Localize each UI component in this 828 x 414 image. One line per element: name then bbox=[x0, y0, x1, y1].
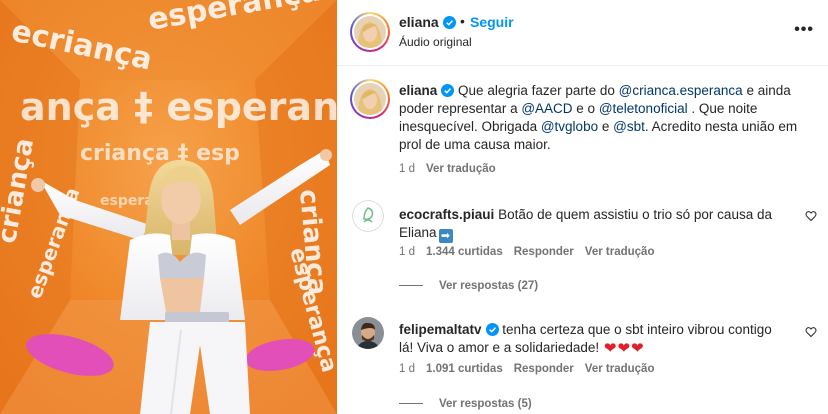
post-header: eliana • Seguir Áudio original ••• bbox=[337, 0, 828, 66]
like-comment-heart-icon[interactable] bbox=[805, 326, 817, 338]
svg-text:criança ‡ esp: criança ‡ esp bbox=[80, 141, 240, 166]
reply-button[interactable]: Responder bbox=[514, 246, 574, 258]
mention-link[interactable]: @sbt bbox=[613, 119, 645, 134]
caption-text: e o bbox=[572, 101, 599, 116]
view-replies-button[interactable]: Ver respostas (5) bbox=[399, 398, 532, 410]
original-audio-link[interactable]: Áudio original bbox=[399, 35, 472, 49]
see-translation-button[interactable]: Ver tradução bbox=[585, 363, 655, 375]
red-heart-emoji-icon: ❤ bbox=[617, 340, 631, 357]
view-replies-button[interactable]: Ver respostas (27) bbox=[399, 280, 538, 292]
commenter-avatar[interactable] bbox=[352, 200, 384, 232]
commenter-avatar[interactable] bbox=[352, 317, 384, 349]
avatar-photo bbox=[352, 317, 384, 349]
comment-meta: 1 d 1.091 curtidas Responder Ver tradução bbox=[399, 363, 665, 375]
avatar-photo bbox=[354, 16, 386, 48]
post-photo: ecriança esperança ança ‡ esperan crianç… bbox=[0, 0, 337, 414]
verified-badge-icon bbox=[485, 323, 499, 336]
ecocrafts-logo-icon bbox=[352, 200, 384, 232]
replies-divider bbox=[399, 285, 423, 287]
verified-badge-icon bbox=[441, 84, 455, 97]
comment-username[interactable]: felipemaltatv bbox=[399, 322, 482, 337]
author-username[interactable]: eliana bbox=[399, 14, 456, 30]
view-replies-label[interactable]: Ver respostas (5) bbox=[439, 398, 532, 410]
caption-time[interactable]: 1 d bbox=[399, 163, 415, 175]
comment-username[interactable]: ecocrafts.piaui bbox=[399, 207, 494, 222]
comment-body: felipemaltatv tenha certeza que o sbt in… bbox=[399, 321, 789, 358]
caption-username[interactable]: eliana bbox=[399, 83, 437, 98]
author-username-text[interactable]: eliana bbox=[399, 14, 439, 30]
mention-link[interactable]: @AACD bbox=[521, 101, 572, 116]
arrow-right-emoji-icon: ➡ bbox=[438, 229, 453, 243]
avatar-photo bbox=[354, 83, 386, 115]
caption-text: Que alegria fazer parte do bbox=[458, 83, 619, 98]
see-translation-button[interactable]: Ver tradução bbox=[426, 163, 496, 175]
replies-divider bbox=[399, 403, 423, 405]
red-heart-emoji-icon: ❤ bbox=[631, 340, 644, 357]
comment-time[interactable]: 1 d bbox=[399, 246, 415, 258]
comment-body: ecocrafts.piaui Botão de quem assistiu o… bbox=[399, 206, 789, 243]
comment-likes-count[interactable]: 1.091 curtidas bbox=[426, 363, 503, 375]
mention-link[interactable]: @tvglobo bbox=[541, 119, 598, 134]
reply-button[interactable]: Responder bbox=[514, 363, 574, 375]
separator-dot: • bbox=[460, 13, 465, 29]
post-caption: eliana Que alegria fazer parte do @crian… bbox=[399, 82, 799, 154]
svg-text:ança ‡ esperan: ança ‡ esperan bbox=[20, 85, 337, 129]
caption-meta: 1 d Ver tradução bbox=[399, 163, 507, 175]
see-translation-button[interactable]: Ver tradução bbox=[585, 246, 655, 258]
mention-link[interactable]: @crianca.esperanca bbox=[619, 83, 743, 98]
post-details-panel: eliana • Seguir Áudio original ••• elian… bbox=[337, 0, 828, 414]
red-heart-emoji-icon: ❤ bbox=[603, 340, 617, 357]
caption-text: e bbox=[598, 119, 614, 134]
author-avatar[interactable] bbox=[350, 12, 390, 52]
comment-likes-count[interactable]: 1.344 curtidas bbox=[426, 246, 503, 258]
like-comment-heart-icon[interactable] bbox=[805, 210, 817, 222]
follow-button[interactable]: Seguir bbox=[470, 14, 514, 30]
comment-time[interactable]: 1 d bbox=[399, 363, 415, 375]
comment-meta: 1 d 1.344 curtidas Responder Ver tradução bbox=[399, 246, 665, 258]
caption-author-avatar[interactable] bbox=[350, 79, 390, 119]
verified-badge-icon bbox=[442, 16, 456, 29]
post-media[interactable]: ecriança esperança ança ‡ esperan crianç… bbox=[0, 0, 337, 414]
more-options-icon[interactable]: ••• bbox=[794, 22, 814, 38]
view-replies-label[interactable]: Ver respostas (27) bbox=[439, 280, 538, 292]
mention-link[interactable]: @teletonoficial bbox=[599, 101, 688, 116]
